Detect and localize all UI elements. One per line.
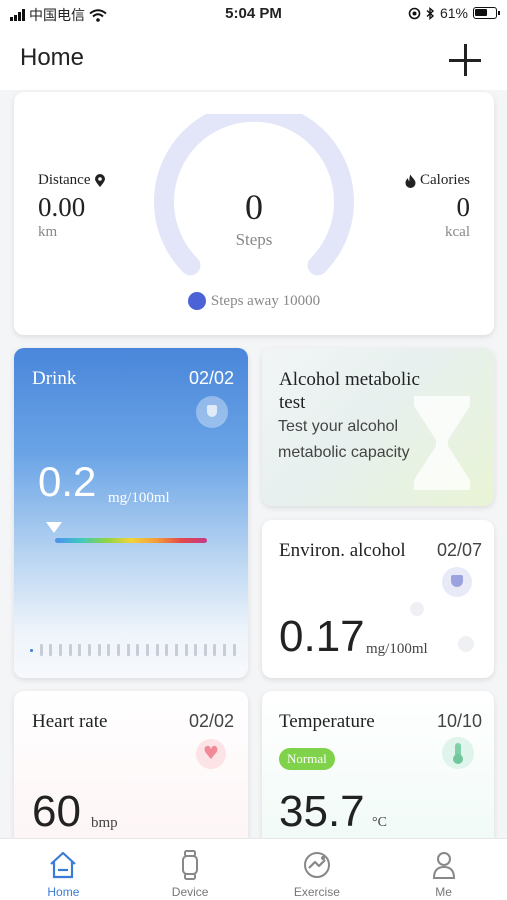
- steps-label: Steps: [235, 230, 273, 249]
- tab-device-label: Device: [171, 885, 209, 899]
- glass-icon: [196, 396, 228, 428]
- alcohol-test-card[interactable]: Alcohol metabolic test Test your alcohol…: [262, 348, 494, 506]
- tab-home-label: Home: [47, 885, 80, 899]
- heart-rate-title: Heart rate: [32, 711, 108, 732]
- heart-rate-date: 02/02: [188, 711, 234, 731]
- activity-summary-card[interactable]: Distance 0.00 km Calories 0 kcal 0 Steps…: [14, 92, 494, 335]
- environ-alcohol-card[interactable]: Environ. alcohol 02/07 0.17 mg/100ml: [262, 520, 494, 678]
- app-header: Home: [0, 28, 507, 90]
- exercise-icon: [303, 852, 330, 878]
- temperature-value: 35.7: [279, 787, 365, 836]
- bluetooth-icon: [426, 6, 435, 20]
- temperature-title: Temperature: [279, 711, 375, 732]
- distance-unit: km: [38, 224, 58, 240]
- tab-exercise-label: Exercise: [293, 885, 340, 899]
- tab-me[interactable]: Me: [380, 839, 507, 900]
- temperature-card[interactable]: Temperature 10/10 Normal 35.7 °C: [262, 691, 494, 851]
- drink-value: 0.2: [38, 458, 97, 505]
- drink-date: 02/02: [188, 368, 234, 388]
- person-icon: [432, 852, 455, 879]
- tab-me-label: Me: [435, 885, 452, 899]
- heart-rate-card[interactable]: Heart rate 02/02 60 bmp: [14, 691, 248, 851]
- steps-goal: Steps away 10000: [14, 292, 494, 310]
- drink-history-ticks: [30, 644, 236, 656]
- drink-title: Drink: [32, 368, 77, 389]
- location-pin-icon: [95, 173, 106, 187]
- heart-rate-value: 60: [32, 787, 81, 836]
- home-icon: [50, 851, 77, 879]
- page-title: Home: [20, 44, 85, 71]
- plus-icon[interactable]: [445, 40, 485, 80]
- level-gradient-bar: [55, 538, 207, 543]
- distance-value: 0.00: [38, 192, 86, 222]
- calories-label: Calories: [405, 172, 470, 189]
- temperature-unit: °C: [372, 815, 387, 830]
- tab-device[interactable]: Device: [127, 839, 254, 900]
- bubble-decoration: [410, 602, 424, 616]
- calories-unit: kcal: [445, 224, 470, 240]
- level-marker-icon: [46, 522, 62, 533]
- status-right: 61%: [408, 5, 500, 21]
- alcohol-test-title: Alcohol metabolic test: [279, 369, 420, 413]
- wine-glass-icon: [442, 567, 472, 597]
- bubble-decoration: [458, 636, 474, 652]
- steps-value: 0: [245, 187, 263, 227]
- drink-card[interactable]: Drink 02/02 0.2 mg/100ml: [14, 348, 248, 678]
- environ-alcohol-title: Environ. alcohol: [279, 540, 406, 561]
- goal-icon: [187, 292, 206, 310]
- tab-home[interactable]: Home: [0, 839, 127, 900]
- status-bar: 中国电信 5:04 PM 61%: [0, 0, 507, 28]
- flame-icon: [405, 174, 416, 188]
- battery-percent: 61%: [439, 5, 468, 21]
- bottom-tab-bar: Home Device Exercise Me: [0, 838, 507, 900]
- distance-label: Distance: [38, 172, 106, 189]
- battery-icon: [473, 7, 500, 19]
- orientation-lock-icon: [408, 7, 421, 19]
- heart-rate-unit: bmp: [91, 815, 118, 831]
- environ-alcohol-unit: mg/100ml: [366, 641, 428, 657]
- calories-value: 0: [456, 192, 471, 222]
- heart-icon: [196, 739, 226, 769]
- alcohol-test-description: Test your alcohol metabolic capacity: [278, 418, 410, 461]
- environ-alcohol-date: 02/07: [436, 540, 482, 560]
- environ-alcohol-value: 0.17: [279, 612, 365, 661]
- drink-unit: mg/100ml: [108, 490, 170, 506]
- tab-exercise[interactable]: Exercise: [254, 839, 381, 900]
- status-badge: Normal: [279, 748, 335, 770]
- watch-icon: [182, 850, 199, 880]
- thermometer-icon: [442, 737, 474, 769]
- temperature-date: 10/10: [436, 711, 482, 731]
